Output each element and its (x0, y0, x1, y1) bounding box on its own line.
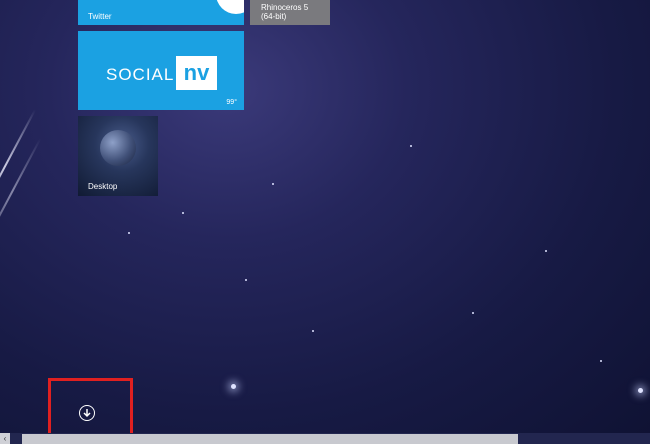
star (638, 388, 643, 393)
temperature-label: 99° (226, 99, 237, 106)
horizontal-scrollbar[interactable]: ‹ (0, 433, 650, 444)
rhinoceros-tile[interactable]: Rhinoceros 5 (64-bit) (250, 0, 330, 25)
all-apps-button[interactable] (79, 405, 95, 421)
social-nv-tile[interactable]: SOCIAL nv 99° (78, 31, 244, 110)
nv-logo-icon: nv (176, 56, 217, 90)
star (545, 250, 547, 252)
star (245, 279, 247, 281)
rhinoceros-tile-label: Rhinoceros 5 (64-bit) (261, 3, 309, 21)
planet-wallpaper-thumbnail (100, 130, 136, 166)
star (410, 145, 412, 147)
desktop-tile[interactable]: Desktop (78, 116, 158, 196)
star (231, 384, 236, 389)
star (600, 360, 602, 362)
light-streak (0, 138, 42, 272)
star (128, 232, 130, 234)
twitter-tile-label: Twitter (88, 12, 112, 21)
social-wordmark: SOCIAL (106, 65, 175, 84)
desktop-tile-label: Desktop (88, 182, 118, 191)
star (272, 183, 274, 185)
down-arrow-circle-icon (83, 409, 91, 418)
star (182, 212, 184, 214)
twitter-bird-icon (216, 0, 244, 14)
twitter-tile[interactable]: Twitter (78, 0, 244, 25)
chevron-left-icon: ‹ (3, 434, 7, 443)
star (472, 312, 474, 314)
scroll-left-button[interactable]: ‹ (0, 433, 10, 444)
scrollbar-thumb[interactable] (22, 434, 518, 444)
star (312, 330, 314, 332)
